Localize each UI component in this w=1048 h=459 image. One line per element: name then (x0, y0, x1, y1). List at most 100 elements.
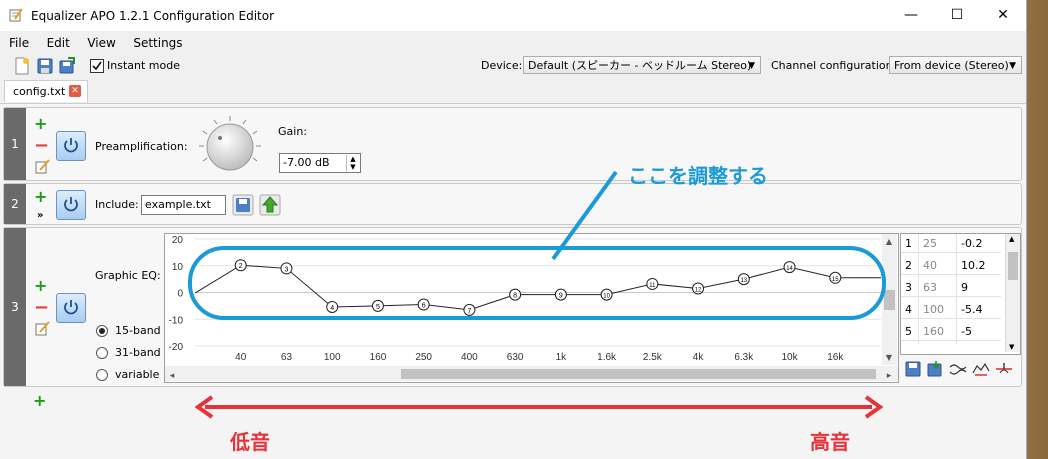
title-bar: Equalizer APO 1.2.1 Configuration Editor… (0, 0, 1026, 31)
power-toggle-button[interactable] (56, 293, 86, 323)
table-row[interactable]: 1 25 -0.2 (901, 234, 1001, 253)
add-filter-icon[interactable]: + (33, 393, 46, 409)
save-icon[interactable] (36, 57, 54, 75)
radio-31-band[interactable] (96, 347, 108, 359)
add-filter-icon[interactable]: + (34, 116, 47, 132)
y-tick-label: -10 (169, 315, 184, 326)
add-filter-icon[interactable]: + (34, 278, 47, 294)
menu-edit[interactable]: Edit (42, 33, 75, 53)
table-row[interactable]: 3 63 9 (901, 278, 1001, 297)
dropdown-arrow-icon: ▼ (748, 61, 755, 71)
annotation-high: 高音 (810, 430, 850, 454)
include-label: Include: (95, 198, 139, 211)
eq-vscroll-thumb (884, 290, 895, 310)
open-file-button[interactable] (232, 194, 254, 216)
radio-15-band-label: 15-band (115, 324, 161, 337)
table-scrollbar[interactable]: ▲ ▼ (1005, 234, 1020, 352)
table-row[interactable]: 2 40 10.2 (901, 256, 1001, 275)
toolbar: Instant mode Device: Default (スピーカー - ベッ… (0, 55, 1026, 77)
menu-settings[interactable]: Settings (128, 33, 187, 53)
radio-31-band-label: 31-band (115, 346, 161, 359)
add-filter-icon[interactable]: + (34, 189, 47, 205)
save-as-icon[interactable] (58, 57, 76, 75)
instant-mode-checkbox[interactable] (90, 59, 104, 73)
y-tick-label: 20 (172, 235, 184, 246)
x-tick-label: 1k (556, 352, 568, 363)
table-row[interactable]: 5 160 -5 (901, 322, 1001, 341)
scroll-thumb[interactable] (1008, 252, 1018, 280)
scroll-up-icon[interactable]: ▲ (1009, 235, 1014, 243)
eq-graph-panel[interactable]: 20 10 0 -10 -20 40 63 100 160 250 400 630 1k 1.6k 2.5k… (164, 233, 899, 383)
instant-mode-label: Instant mode (107, 59, 180, 72)
scroll-down-icon[interactable]: ▼ (1009, 343, 1014, 351)
gain-spinbox[interactable]: -7.00 dB ▲ ▼ (279, 153, 361, 173)
filter-list: 1 + − Preamplification: Gain: -7.00 dB ▲… (0, 104, 1026, 459)
eq-node-label: 15 (832, 277, 839, 283)
eq-node-label: 14 (786, 266, 793, 272)
y-tick-label: -20 (169, 342, 184, 353)
tab-close-icon[interactable]: ✕ (69, 85, 81, 97)
filter-preamp: 1 + − Preamplification: Gain: -7.00 dB ▲… (3, 107, 1022, 181)
app-window: Equalizer APO 1.2.1 Configuration Editor… (0, 0, 1027, 459)
scroll-left-icon: ◂ (170, 371, 175, 381)
eq-node-label: 5 (376, 304, 380, 311)
edit-icon[interactable] (35, 159, 50, 174)
import-icon[interactable] (927, 361, 943, 377)
window-title: Equalizer APO 1.2.1 Configuration Editor (31, 9, 275, 23)
save-icon[interactable] (905, 361, 921, 377)
eq-node-label: 7 (467, 308, 471, 315)
eq-node-label: 6 (422, 303, 426, 310)
eq-curve-line (194, 264, 881, 311)
invert-response-icon[interactable] (949, 361, 967, 377)
annotation-adjust-here: ここを調整する (628, 164, 768, 188)
eq-node-label: 10 (603, 294, 610, 300)
device-select-value: Default (スピーカー - ベッドルーム Stereo) (528, 59, 752, 72)
gain-knob[interactable] (196, 114, 264, 178)
include-file-value: example.txt (145, 198, 211, 211)
expand-chevron-icon[interactable]: » (37, 210, 43, 221)
remove-filter-icon[interactable]: − (34, 137, 49, 155)
edit-icon[interactable] (35, 321, 50, 336)
x-tick-label: 2.5k (643, 352, 663, 363)
device-label: Device: (481, 59, 523, 72)
tab-config[interactable]: config.txt ✕ (4, 80, 88, 102)
table-row[interactable]: 4 100 -5.4 (901, 300, 1001, 319)
eq-chart[interactable]: 20100-10-2040 63 100 160 250 400 630 1k 1.6k 2.5k… (165, 234, 898, 382)
x-tick-label: 630 (507, 352, 524, 363)
eq-node-label: 11 (649, 283, 656, 289)
gain-value: -7.00 dB (283, 156, 330, 169)
radio-variable[interactable] (96, 369, 108, 381)
menu-file[interactable]: File (4, 33, 34, 53)
power-toggle-button[interactable] (56, 131, 86, 161)
channel-select[interactable]: From device (Stereo) ▼ (889, 56, 1022, 74)
eq-node-label: 2 (239, 263, 243, 270)
close-button[interactable]: ✕ (980, 0, 1026, 31)
filter-graphic-eq: 3 + − Graphic EQ: 15-band 31-band variab… (3, 227, 1022, 387)
power-icon (64, 138, 78, 153)
radio-15-band[interactable] (96, 325, 108, 337)
spin-arrows-icon[interactable]: ▲ ▼ (346, 155, 359, 171)
band-table[interactable]: 1 25 -0.2 2 40 10.2 3 63 9 4 100 -5.4 5 160 -5 ▲ (900, 233, 1021, 355)
scroll-right-icon: ▸ (887, 371, 892, 381)
power-toggle-button[interactable] (56, 190, 86, 220)
maximize-button[interactable]: ☐ (934, 0, 980, 31)
include-file-input[interactable]: example.txt (141, 195, 226, 215)
device-select[interactable]: Default (スピーカー - ベッドルーム Stereo) ▼ (523, 56, 761, 74)
reset-icon[interactable] (995, 361, 1013, 377)
new-file-icon[interactable] (13, 57, 31, 75)
eq-node-label: 12 (695, 287, 702, 293)
x-tick-label: 40 (235, 352, 247, 363)
dropdown-arrow-icon: ▼ (1009, 61, 1016, 71)
menu-view[interactable]: View (82, 33, 120, 53)
up-arrow-button[interactable] (259, 194, 281, 216)
checkmark-icon (92, 61, 102, 71)
x-tick-label: 10k (781, 352, 798, 363)
notepad-icon (9, 8, 23, 22)
minimize-button[interactable]: — (888, 0, 934, 31)
annotation-low: 低音 (230, 430, 270, 454)
normalize-icon[interactable] (972, 361, 990, 377)
radio-variable-label: variable (115, 368, 160, 381)
eq-node-label: 9 (559, 293, 563, 300)
eq-node-label: 4 (330, 305, 334, 312)
remove-filter-icon[interactable]: − (34, 299, 49, 317)
